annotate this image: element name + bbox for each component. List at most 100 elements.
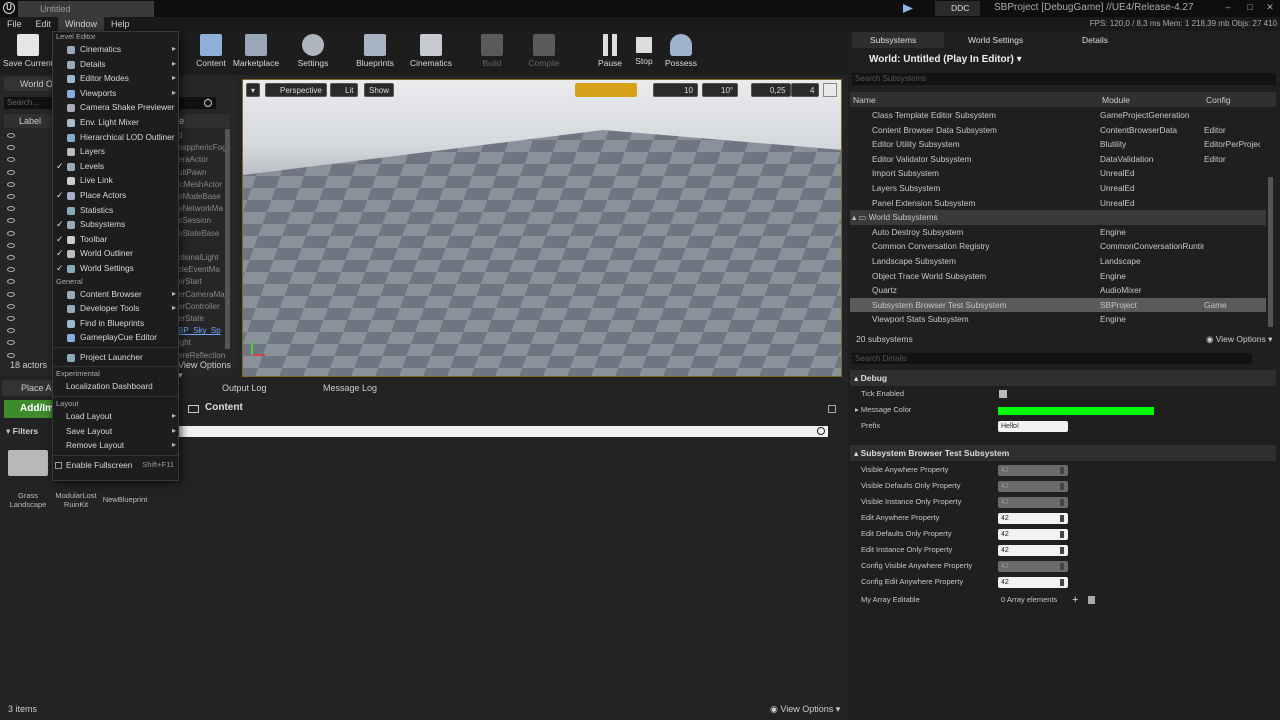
transform-tools[interactable]	[575, 83, 637, 97]
subsystem-row[interactable]: Editor Utility Subsystem Blutility EditorP…	[850, 137, 1266, 152]
add-import-button[interactable]: Add/Im	[4, 400, 54, 418]
pause-button[interactable]: Pause	[594, 31, 626, 75]
subsystem-row[interactable]: Import Subsystem UnrealEd	[850, 166, 1266, 181]
menu-world-settings[interactable]: ✓ World Settings	[53, 261, 178, 276]
document-tab[interactable]: Untitled	[18, 1, 154, 17]
content-path[interactable]: Content	[205, 402, 243, 413]
menu-camera-shake-previewer[interactable]: Camera Shake Previewer	[53, 100, 178, 115]
menu-window[interactable]: Window	[58, 17, 105, 31]
subsystem-row[interactable]: Landscape Subsystem Landscape	[850, 254, 1266, 269]
subsystem-row[interactable]: Object Trace World Subsystem Engine	[850, 269, 1266, 284]
menu-content-browser[interactable]: Content Browser ▸	[53, 287, 178, 302]
visibility-icon[interactable]	[7, 291, 15, 297]
tab-details[interactable]: Details	[1054, 32, 1144, 48]
maximize-button[interactable]: □	[1240, 0, 1260, 16]
subsystems-scrollbar[interactable]	[1268, 177, 1273, 327]
subsystem-row[interactable]: Class Template Editor Subsystem GameProje…	[850, 108, 1266, 123]
build-button[interactable]: Build	[474, 31, 510, 75]
subsystem-row[interactable]: Quartz AudioMixer	[850, 283, 1266, 298]
maximize-viewport-icon[interactable]	[823, 83, 837, 97]
menu-developer-tools[interactable]: Developer Tools ▸	[53, 301, 178, 316]
property-value-input[interactable]: 42	[998, 529, 1068, 540]
visibility-icon[interactable]	[7, 303, 15, 309]
asset-search[interactable]	[178, 426, 828, 437]
scale-snap-value[interactable]: 0,25	[751, 83, 791, 97]
visibility-icon[interactable]	[7, 340, 15, 346]
content-button[interactable]: Content	[190, 31, 232, 75]
message-color-swatch[interactable]	[998, 407, 1154, 415]
menu-place-actors[interactable]: ✓ Place Actors	[53, 188, 178, 203]
visibility-icon[interactable]	[7, 181, 15, 187]
subsystem-row[interactable]: Viewport Stats Subsystem Engine	[850, 312, 1266, 327]
menu-save-layout[interactable]: Save Layout ▸	[53, 424, 178, 439]
menu-remove-layout[interactable]: Remove Layout ▸	[53, 438, 178, 453]
visibility-icon[interactable]	[7, 316, 15, 321]
category-subsystem-test[interactable]: ▴ Subsystem Browser Test Subsystem	[850, 445, 1276, 461]
level-viewport[interactable]: ▾ Perspective Lit Show 10 10° 0,25 4	[242, 79, 842, 377]
menu-localization-dashboard[interactable]: Localization Dashboard	[53, 379, 178, 394]
menu-world-outliner[interactable]: ✓ World Outliner	[53, 246, 178, 261]
cinematics-button[interactable]: Cinematics	[406, 31, 456, 75]
blueprints-button[interactable]: Blueprints	[350, 31, 400, 75]
angle-snap-value[interactable]: 10°	[702, 83, 739, 97]
name-column[interactable]: Name	[853, 93, 876, 107]
visibility-icon[interactable]	[7, 267, 15, 273]
subsystem-row[interactable]: Panel Extension Subsystem UnrealEd	[850, 196, 1266, 211]
config-column[interactable]: Config	[1206, 93, 1231, 107]
spin-icon[interactable]	[1060, 563, 1064, 570]
menu-editor-modes[interactable]: Editor Modes ▸	[53, 71, 178, 86]
visibility-icon[interactable]	[7, 352, 15, 358]
menu-edit[interactable]: Edit	[29, 17, 59, 31]
world-subsystems-category[interactable]: ▴ ▭ World Subsystems	[850, 210, 1266, 225]
menu-cinematics[interactable]: Cinematics ▸	[53, 42, 178, 57]
menu-details[interactable]: Details ▸	[53, 57, 178, 72]
menu-env-light-mixer[interactable]: Env. Light Mixer	[53, 115, 178, 130]
tick-enabled-checkbox[interactable]	[999, 390, 1007, 398]
subsystem-row[interactable]: Editor Validator Subsystem DataValidation…	[850, 152, 1266, 167]
camera-speed[interactable]: 4	[791, 83, 820, 97]
prefix-input[interactable]: Hello!	[998, 421, 1068, 432]
visibility-icon[interactable]	[7, 218, 15, 224]
menu-load-layout[interactable]: Load Layout ▸	[53, 409, 178, 424]
visibility-icon[interactable]	[7, 194, 15, 199]
minimize-button[interactable]: –	[1218, 0, 1238, 16]
spin-icon[interactable]	[1060, 547, 1064, 554]
menu-levels[interactable]: ✓ Levels	[53, 159, 178, 174]
category-debug[interactable]: ▴ Debug	[850, 370, 1276, 386]
visibility-icon[interactable]	[7, 230, 15, 236]
spin-icon[interactable]	[1060, 467, 1064, 474]
stop-button[interactable]: Stop	[630, 31, 658, 75]
marketplace-button[interactable]: Marketplace	[232, 31, 280, 75]
menu-project-launcher[interactable]: Project Launcher	[53, 350, 178, 365]
tab-world-settings[interactable]: World Settings	[952, 32, 1048, 48]
menu-live-link[interactable]: Live Link	[53, 173, 178, 188]
menu-statistics[interactable]: Statistics	[53, 203, 178, 218]
visibility-icon[interactable]	[7, 279, 15, 285]
visibility-icon[interactable]	[7, 328, 15, 334]
content-view-options[interactable]: ◉ View Options ▾	[770, 704, 840, 715]
outliner-scrollbar[interactable]	[225, 129, 230, 349]
menu-hierarchical-lod-outliner[interactable]: Hierarchical LOD Outliner	[53, 130, 178, 145]
visibility-icon[interactable]	[7, 242, 15, 248]
perspective-button[interactable]: Perspective	[265, 83, 327, 97]
save-current-button[interactable]: Save Current	[2, 31, 54, 75]
spin-icon[interactable]	[1060, 579, 1064, 586]
menu-find-in-blueprints[interactable]: Find in Blueprints	[53, 316, 178, 331]
spin-icon[interactable]	[1060, 499, 1064, 506]
visibility-icon[interactable]	[7, 169, 15, 175]
visibility-icon[interactable]	[7, 206, 15, 212]
source-control-icon[interactable]	[903, 4, 913, 13]
subsystems-search[interactable]: Search Subsystems	[852, 73, 1276, 85]
property-value-input[interactable]: 42	[998, 545, 1068, 556]
spin-icon[interactable]	[1060, 515, 1064, 522]
possess-button[interactable]: Possess	[662, 31, 700, 75]
menu-help[interactable]: Help	[104, 17, 137, 31]
settings-button[interactable]: Settings	[290, 31, 336, 75]
filters-button[interactable]: ▾ Filters	[6, 426, 38, 437]
menu-enable-fullscreen[interactable]: Enable Fullscreen Shift+F11	[53, 458, 178, 473]
world-selector[interactable]: World: Untitled (Play In Editor) ▾	[853, 54, 1022, 65]
tab-subsystems[interactable]: Subsystems	[852, 32, 944, 48]
show-button[interactable]: Show	[364, 83, 395, 97]
spin-icon[interactable]	[1060, 483, 1064, 490]
compile-button[interactable]: Compile	[524, 31, 564, 75]
